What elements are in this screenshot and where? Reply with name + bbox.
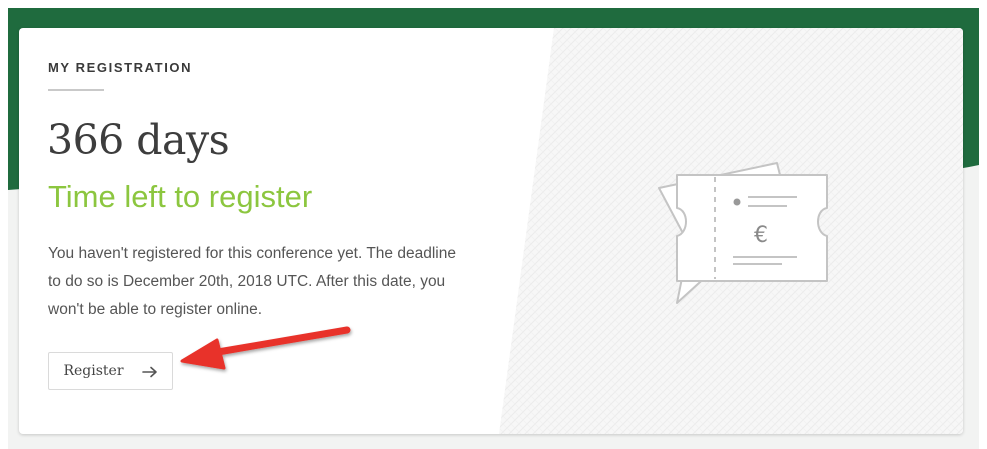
arrow-right-icon	[141, 365, 158, 378]
section-title: MY REGISTRATION	[48, 60, 193, 75]
ticket-icon: €	[658, 162, 828, 304]
page: MY REGISTRATION 366 days Time left to re…	[0, 0, 987, 449]
register-button[interactable]: Register	[48, 352, 173, 390]
register-button-label: Register	[63, 363, 124, 379]
registration-description: You haven't registered for this conferen…	[48, 245, 456, 318]
days-left: 366 days	[47, 116, 230, 164]
title-underline	[48, 89, 104, 91]
ticket-currency-symbol: €	[754, 223, 768, 248]
time-left-subtitle: Time left to register	[48, 179, 313, 214]
